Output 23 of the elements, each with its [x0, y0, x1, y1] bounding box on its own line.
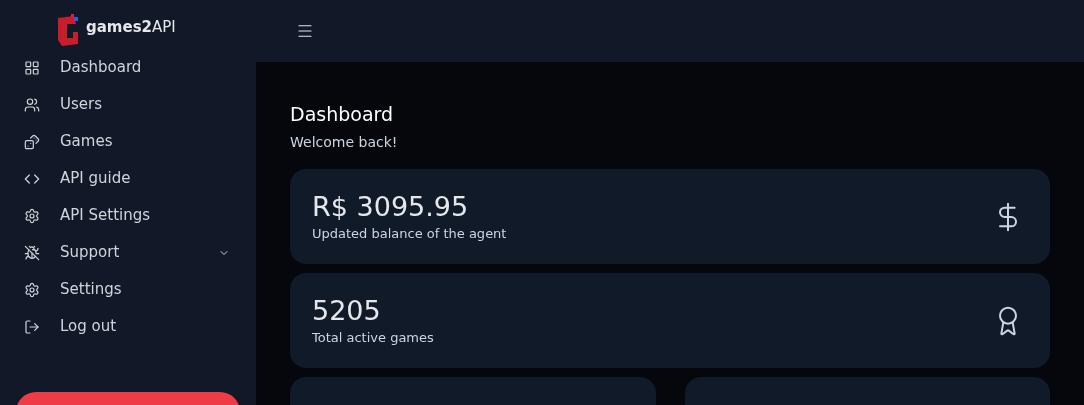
- page-title: Dashboard: [290, 102, 395, 126]
- dice-icon: [24, 133, 40, 150]
- nav-item[interactable]: Support: [0, 234, 256, 271]
- crossed-bug-icon: [24, 244, 40, 261]
- menu-icon[interactable]: [296, 22, 314, 40]
- logo-text: games2API: [86, 16, 176, 38]
- nav-item[interactable]: Dashboard: [0, 49, 256, 86]
- stat-caption: Updated balance of the agent: [312, 224, 507, 243]
- nav-item[interactable]: Users: [0, 86, 256, 123]
- page-subtitle: Welcome back!: [290, 133, 399, 152]
- stat-value: R$ 3095.95: [312, 189, 470, 224]
- logout-icon: [24, 318, 40, 335]
- nav-item[interactable]: API Settings: [0, 197, 256, 234]
- nav-item[interactable]: Log out: [0, 308, 256, 345]
- nav-item[interactable]: Settings: [0, 271, 256, 308]
- nav-item[interactable]: API guide: [0, 160, 256, 197]
- users-icon: [24, 96, 40, 113]
- stat-caption: Total active games: [312, 328, 434, 347]
- gear-icon: [24, 281, 40, 298]
- nav-item[interactable]: Games: [0, 123, 256, 160]
- grid-icon: [24, 59, 40, 76]
- stat-value: 5205: [312, 293, 382, 328]
- gear-icon: [24, 207, 40, 224]
